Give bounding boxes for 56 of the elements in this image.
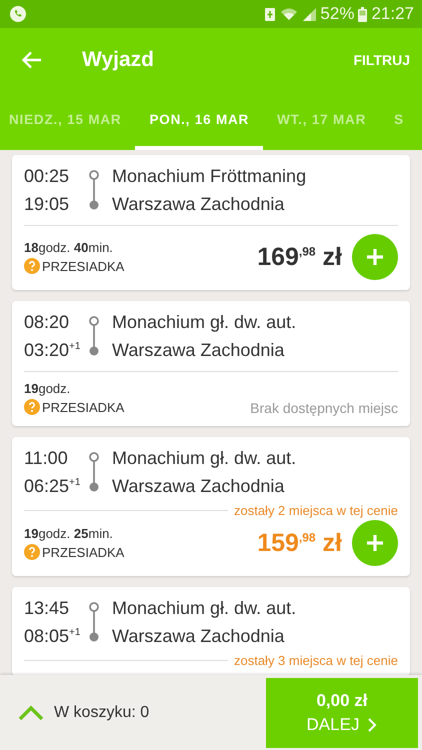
departure-station: Monachium gł. dw. aut. (112, 448, 298, 468)
arrival-time: 06:25$^{+1}$ (24, 476, 82, 496)
arrival-station: Warszawa Zachodnia (112, 340, 286, 360)
filter-button[interactable]: FILTRUJ (353, 46, 410, 74)
date-tab[interactable]: NIEDZ., 15 MAR (0, 92, 136, 150)
battery-percentage: 52% (320, 4, 354, 24)
clock: 21:27 (371, 4, 414, 24)
help-icon[interactable] (24, 399, 40, 415)
plus-icon (366, 248, 384, 266)
screen-title: Wyjazd (82, 48, 155, 72)
wifi-icon (280, 7, 298, 21)
date-tab[interactable]: PON., 16 MAR (135, 92, 264, 150)
transfer-label: PRZESIADKA (42, 258, 124, 274)
departure-time: 08:20 (24, 312, 70, 332)
trip-duration: 19godz. 25min. (24, 526, 114, 541)
arrival-time: 08:05$^{+1}$ (24, 626, 82, 646)
next-button[interactable]: 0,00 zł DALEJ (266, 678, 418, 748)
availability-note: Brak dostępnych miejsc (250, 400, 398, 418)
date-tab[interactable]: WT., 17 MAR (263, 92, 380, 150)
phone-icon (10, 6, 26, 22)
departure-station: Monachium gł. dw. aut. (112, 312, 298, 332)
departure-station: Monachium gł. dw. aut. (112, 598, 298, 618)
route-line-icon (89, 170, 99, 210)
cart-count: W koszyku: 0 (54, 704, 150, 722)
plus-icon (366, 534, 384, 552)
battery-icon (358, 6, 368, 22)
date-tab[interactable]: S (380, 92, 404, 150)
signal-icon (302, 7, 316, 21)
back-arrow-icon[interactable] (22, 51, 42, 69)
departure-station: Monachium Fröttmaning (112, 166, 308, 186)
ticket-price: 159$^{,98}$ zł (257, 528, 342, 558)
route-line-icon (89, 602, 99, 642)
arrival-time: 03:20$^{+1}$ (24, 340, 82, 360)
route-line-icon (89, 452, 99, 492)
trip-duration: 18godz. 40min. (24, 240, 114, 255)
seats-left-note: zostały 2 miejsca w tej cenie (234, 503, 398, 518)
departure-time: 00:25 (24, 166, 70, 186)
arrival-station: Warszawa Zachodnia (112, 476, 286, 496)
add-to-cart-button[interactable] (352, 520, 398, 566)
route-line-icon (89, 316, 99, 356)
transfer-label: PRZESIADKA (42, 544, 124, 560)
transfer-label: PRZESIADKA (42, 400, 124, 414)
ticket-price: 169$^{,98}$ zł (257, 242, 342, 272)
add-to-cart-button[interactable] (352, 234, 398, 280)
battery-saver-icon (264, 7, 276, 21)
help-icon[interactable] (24, 544, 40, 560)
departure-time: 11:00 (24, 448, 69, 468)
expand-up-icon[interactable] (18, 704, 44, 720)
arrival-time: 19:05 (24, 194, 70, 214)
chevron-icon (367, 718, 378, 732)
arrival-station: Warszawa Zachodnia (112, 626, 286, 646)
help-icon[interactable] (24, 258, 40, 274)
seats-left-note: zostały 3 miejsca w tej cenie (234, 653, 398, 668)
trip-duration: 19godz. (24, 381, 72, 396)
departure-time: 13:45 (24, 598, 70, 618)
arrival-station: Warszawa Zachodnia (112, 194, 286, 214)
